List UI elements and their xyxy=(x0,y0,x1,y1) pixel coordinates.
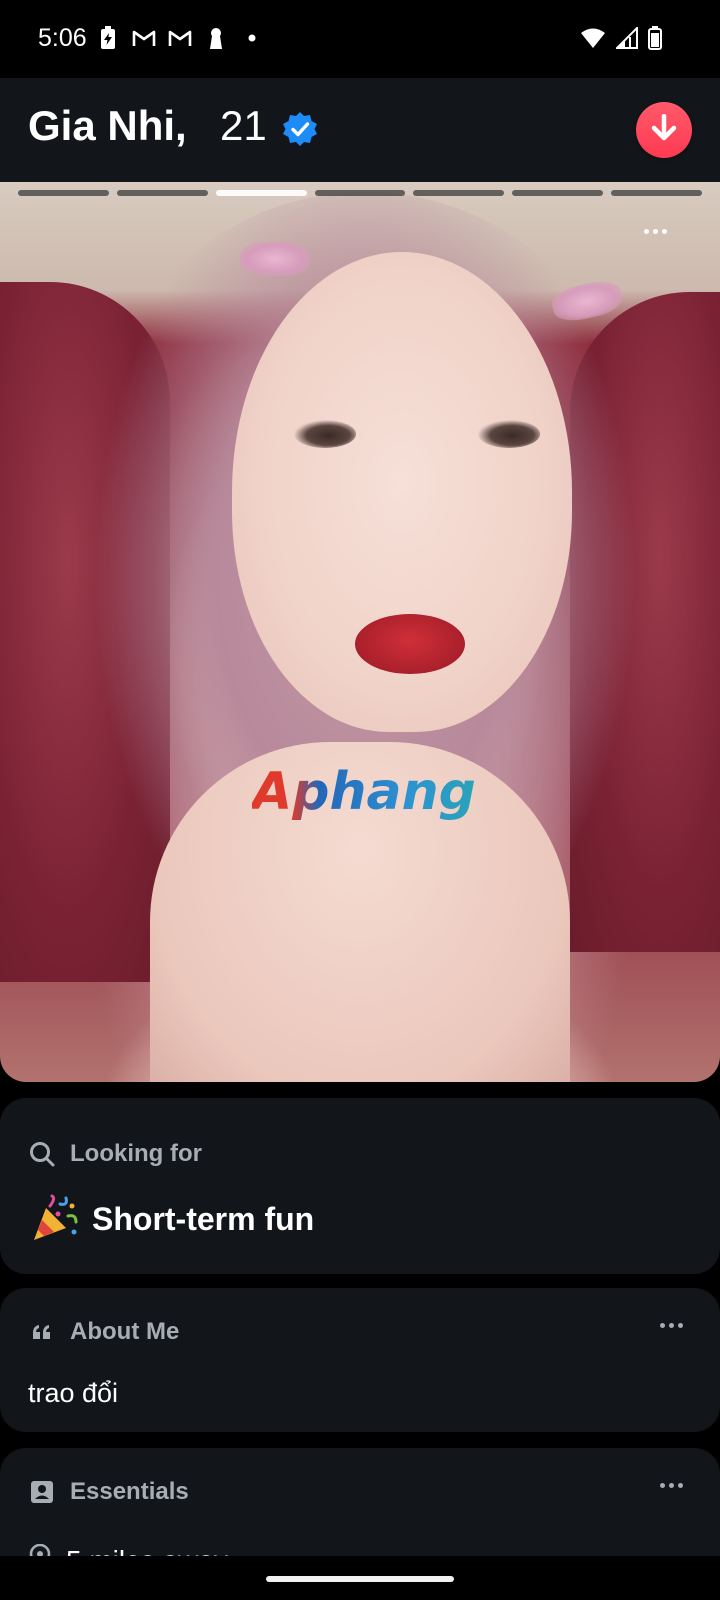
gmail-icon xyxy=(168,26,192,50)
looking-for-value: Short-term fun xyxy=(92,1200,315,1237)
status-bar: 5:06 xyxy=(0,0,720,78)
about-me-header: About Me xyxy=(28,1318,179,1346)
id-card-icon xyxy=(28,1478,56,1506)
profile-age: 21 xyxy=(220,102,267,149)
about-me-text: trao đổi xyxy=(28,1378,119,1408)
home-gesture-handle[interactable] xyxy=(266,1576,454,1582)
looking-for-header: Looking for xyxy=(28,1140,202,1168)
photo-progress-segment[interactable] xyxy=(314,190,406,196)
about-me-title: About Me xyxy=(70,1318,180,1345)
photo-progress-segment[interactable] xyxy=(512,190,604,196)
photo-subject-eye xyxy=(478,420,540,448)
profile-header: Gia Nhi, 21 xyxy=(0,78,720,182)
dot-icon xyxy=(240,26,264,50)
notification-icons xyxy=(96,26,264,50)
photo-subject-lips xyxy=(355,614,465,674)
photo-progress-segment[interactable] xyxy=(116,190,208,196)
watermark-text: Aphang xyxy=(252,762,476,822)
party-popper-icon xyxy=(30,1194,80,1244)
battery-charging-icon xyxy=(96,26,120,50)
more-horizontal-icon[interactable] xyxy=(644,226,672,236)
looking-for-value-row: Short-term fun xyxy=(30,1194,314,1244)
wifi-icon xyxy=(580,27,606,54)
hair-bow xyxy=(240,242,310,276)
signal-icon xyxy=(614,25,638,54)
photo-progress-indicator xyxy=(18,190,703,198)
gmail-icon xyxy=(132,26,156,50)
system-icons xyxy=(580,25,662,55)
battery-icon xyxy=(648,26,662,55)
quote-icon xyxy=(28,1318,56,1346)
looking-for-card: Looking for Short-term fun xyxy=(0,1098,720,1274)
status-time: 5:06 xyxy=(38,24,87,52)
keyhole-icon xyxy=(204,26,228,50)
photo-progress-segment[interactable] xyxy=(413,190,505,196)
looking-for-title: Looking for xyxy=(70,1140,202,1167)
photo-subject-eye xyxy=(294,420,356,448)
profile-photo[interactable]: Aphang xyxy=(0,182,720,1082)
more-horizontal-icon[interactable] xyxy=(660,1320,688,1330)
profile-name: Gia Nhi, xyxy=(28,102,187,149)
more-horizontal-icon[interactable] xyxy=(660,1480,688,1490)
essentials-title: Essentials xyxy=(70,1478,189,1505)
arrow-down-icon xyxy=(651,113,677,147)
about-me-card: About Me trao đổi xyxy=(0,1288,720,1432)
collapse-profile-button[interactable] xyxy=(636,102,692,158)
photo-progress-segment[interactable] xyxy=(611,190,703,196)
search-icon xyxy=(28,1140,56,1168)
verified-check-icon xyxy=(282,111,318,147)
photo-progress-segment[interactable] xyxy=(215,190,307,196)
essentials-header: Essentials xyxy=(28,1478,189,1506)
photo-progress-segment[interactable] xyxy=(18,190,109,196)
system-navigation-bar xyxy=(0,1556,720,1600)
